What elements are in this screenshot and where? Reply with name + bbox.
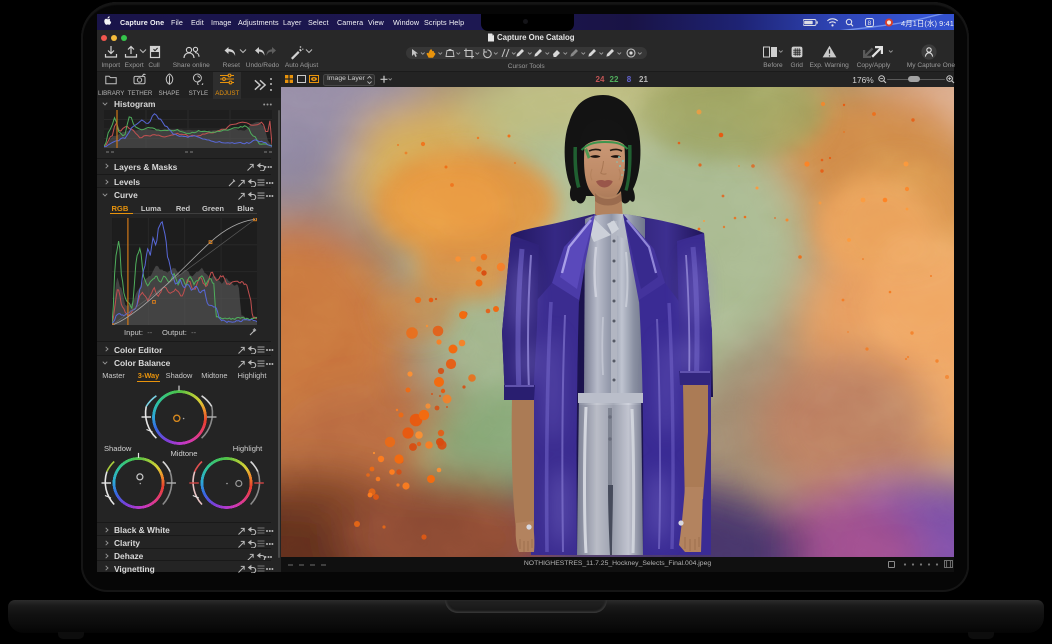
svg-text:8: 8 — [868, 20, 872, 27]
